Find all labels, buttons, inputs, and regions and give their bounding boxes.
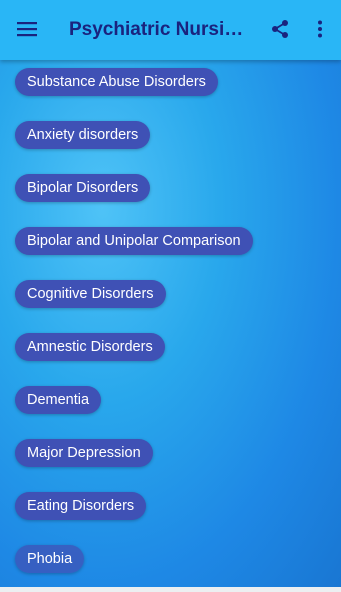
app-toolbar: Psychiatric Nursing... [0,0,341,60]
menu-button[interactable] [10,12,44,46]
topic-row: Substance Abuse Disorders [15,68,335,121]
topic-chip-dementia[interactable]: Dementia [15,386,102,414]
app-screen: Psychiatric Nursing... Substance Abuse D… [0,0,341,592]
page-title: Psychiatric Nursing... [69,19,254,40]
topic-chip-amnestic-disorders[interactable]: Amnestic Disorders [15,333,165,361]
share-icon [272,20,288,38]
hamburger-menu-icon [17,22,37,37]
more-vert-icon [318,20,322,38]
topic-chip-cognitive-disorders[interactable]: Cognitive Disorders [15,280,166,308]
more-options-button[interactable] [308,13,332,45]
topic-row: Amnestic Disorders [15,333,335,386]
topic-chip-bipolar-unipolar-comparison[interactable]: Bipolar and Unipolar Comparison [15,227,253,255]
topic-row: Dementia [15,386,335,439]
bottom-strip [0,587,341,592]
topic-chip-anxiety-disorders[interactable]: Anxiety disorders [15,121,151,149]
topic-row: Anxiety disorders [15,121,335,174]
topic-row: Bipolar Disorders [15,174,335,227]
share-button[interactable] [264,13,296,45]
topic-row: Bipolar and Unipolar Comparison [15,227,335,280]
topic-row: Major Depression [15,439,335,492]
topic-chip-bipolar-disorders[interactable]: Bipolar Disorders [15,174,151,202]
topic-list: Substance Abuse Disorders Anxiety disord… [15,68,335,592]
topic-chip-phobia[interactable]: Phobia [15,545,85,573]
topic-chip-substance-abuse-disorders[interactable]: Substance Abuse Disorders [15,68,218,96]
topic-row: Eating Disorders [15,492,335,545]
topic-chip-eating-disorders[interactable]: Eating Disorders [15,492,147,520]
topic-row: Phobia [15,545,335,592]
topic-chip-major-depression[interactable]: Major Depression [15,439,153,467]
topic-row: Cognitive Disorders [15,280,335,333]
